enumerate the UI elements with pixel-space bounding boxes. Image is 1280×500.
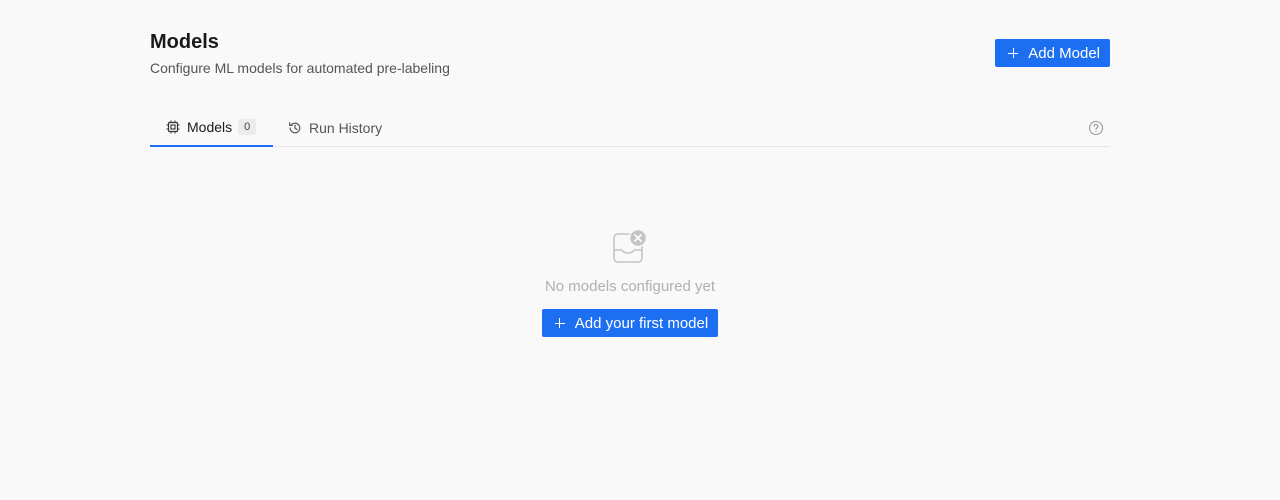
empty-state-message: No models configured yet <box>544 278 716 295</box>
page-header: Models Configure ML models for automated… <box>150 30 1110 80</box>
add-first-model-button[interactable]: Add your first model <box>541 309 719 337</box>
empty-state: No models configured yet Add your first … <box>150 228 1110 337</box>
tab-run-history-label: Run History <box>309 119 383 136</box>
add-first-model-button-label: Add your first model <box>574 314 709 332</box>
cpu-chip-icon <box>166 120 180 133</box>
tab-models-label: Models <box>187 118 233 135</box>
content-container: Models Configure ML models for automated… <box>150 0 1110 500</box>
page: Models Configure ML models for automated… <box>0 0 1280 500</box>
plus-icon <box>554 317 566 329</box>
add-model-button-label: Add Model <box>1028 44 1100 62</box>
question-circle-icon[interactable] <box>1088 120 1104 136</box>
tab-run-history[interactable]: Run History <box>288 108 382 147</box>
plus-icon <box>1007 47 1019 59</box>
tab-models[interactable]: Models 0 <box>150 108 273 147</box>
page-subtitle: Configure ML models for automated pre-la… <box>150 60 450 76</box>
tab-bar: Models 0 Run History <box>150 108 1110 147</box>
inbox-empty-icon <box>613 228 648 263</box>
add-model-button[interactable]: Add Model <box>995 39 1110 67</box>
page-title: Models <box>150 31 219 53</box>
history-icon <box>289 121 301 133</box>
models-count-badge: 0 <box>238 118 257 135</box>
